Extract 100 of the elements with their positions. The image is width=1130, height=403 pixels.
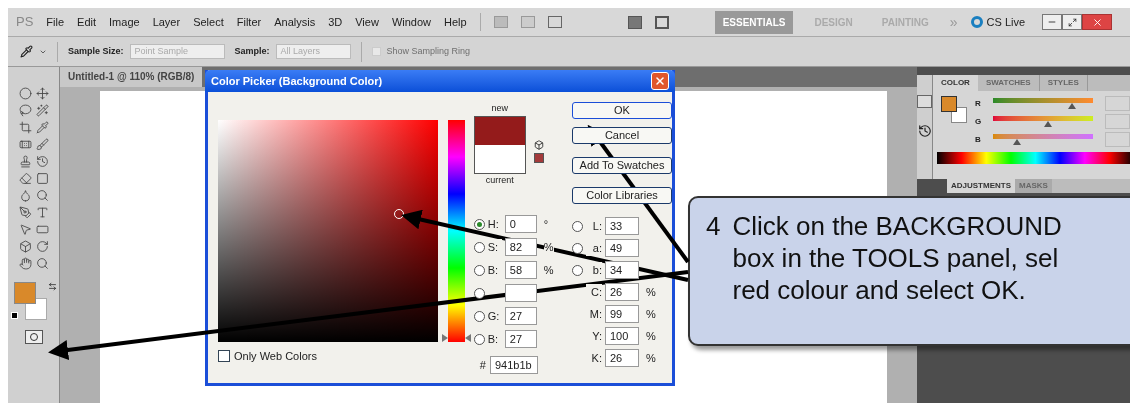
- radio-button[interactable]: [473, 264, 485, 276]
- input-field[interactable]: 941b1b: [489, 356, 538, 374]
- input-field[interactable]: [504, 284, 537, 302]
- menu-item[interactable]: Window: [391, 13, 431, 31]
- dialog-button[interactable]: OK: [572, 102, 672, 119]
- radio-button[interactable]: [473, 333, 485, 345]
- menu-item[interactable]: Edit: [77, 13, 97, 31]
- input-field[interactable]: 82: [504, 238, 537, 256]
- arrow-pointer-icon[interactable]: [18, 223, 32, 236]
- input-field[interactable]: 26: [605, 349, 639, 367]
- checkbox[interactable]: [218, 350, 230, 363]
- input-field[interactable]: 100: [605, 327, 639, 345]
- input-field[interactable]: 33: [605, 217, 639, 235]
- eraser-icon[interactable]: [18, 172, 32, 185]
- color-swatches-drawing[interactable]: [13, 282, 48, 320]
- input-field[interactable]: 26: [605, 283, 639, 301]
- ellipse-icon[interactable]: [18, 87, 32, 100]
- pen-icon[interactable]: [18, 206, 32, 219]
- input-field[interactable]: 49: [605, 239, 639, 257]
- quick-mask-button[interactable]: [24, 330, 43, 344]
- value-field[interactable]: [1105, 114, 1130, 129]
- radio-button[interactable]: [473, 310, 485, 322]
- close-icon: [1091, 16, 1103, 28]
- lasso-icon[interactable]: [18, 104, 32, 117]
- input-field[interactable]: 34: [605, 261, 639, 279]
- slider-thumb[interactable]: [1043, 120, 1052, 127]
- instruction-line: box in the TOOLS panel, sel: [732, 242, 1060, 274]
- slider-thumb[interactable]: [1068, 102, 1077, 109]
- cube-icon[interactable]: [533, 140, 544, 150]
- input-field[interactable]: 27: [504, 307, 537, 325]
- minimize-button[interactable]: [1042, 14, 1063, 30]
- menu-item[interactable]: Help: [444, 13, 467, 31]
- maximize-icon: [1067, 17, 1077, 27]
- close-button[interactable]: [1082, 14, 1113, 30]
- slider-label: B: [975, 133, 981, 146]
- dialog-button[interactable]: Cancel: [572, 127, 672, 144]
- screen-mode-icon[interactable]: [654, 15, 669, 29]
- radio-button[interactable]: [473, 218, 485, 230]
- history-icon[interactable]: [917, 124, 932, 138]
- input-field[interactable]: 0: [504, 215, 537, 233]
- cs-live-icon: [970, 16, 983, 28]
- radio-button[interactable]: [572, 242, 583, 254]
- type-icon[interactable]: [35, 206, 49, 219]
- arrange-icon[interactable]: [627, 15, 642, 29]
- zoom-icon[interactable]: [35, 257, 49, 270]
- menu-item[interactable]: Image: [109, 13, 140, 31]
- default-colors-icon[interactable]: [10, 312, 18, 319]
- preview-label: current: [485, 173, 514, 187]
- mini-bridge-icon[interactable]: [917, 95, 932, 108]
- menu-item[interactable]: Analysis: [274, 13, 316, 31]
- menu-item[interactable]: View: [355, 13, 379, 31]
- color-swatches-drawing[interactable]: [941, 96, 967, 124]
- input-field[interactable]: 99: [605, 305, 639, 323]
- dialog-button[interactable]: Add To Swatches: [572, 157, 672, 174]
- menu-item[interactable]: File: [46, 13, 65, 31]
- bandage-icon[interactable]: [18, 138, 32, 151]
- maximize-button[interactable]: [1062, 14, 1083, 30]
- radio-button[interactable]: [473, 287, 485, 299]
- menu-item[interactable]: Select: [193, 13, 224, 31]
- history-brush-icon[interactable]: [35, 155, 49, 168]
- drop-icon[interactable]: [18, 189, 32, 202]
- menu-item[interactable]: 3D: [328, 13, 343, 31]
- radio-button[interactable]: [572, 264, 583, 276]
- rotate-icon[interactable]: [35, 240, 49, 253]
- color-spectrum[interactable]: [937, 152, 1130, 164]
- slider-track[interactable]: [993, 115, 1094, 128]
- menu-item[interactable]: Filter: [236, 13, 262, 31]
- instruction-line: red colour and select OK.: [732, 274, 1027, 306]
- dialog-button[interactable]: Color Libraries: [572, 187, 672, 204]
- value-field[interactable]: [1104, 96, 1130, 111]
- eyedropper-icon[interactable]: [20, 45, 33, 58]
- slider-track[interactable]: [992, 97, 1093, 110]
- view-extras-icon[interactable]: [547, 16, 562, 28]
- menu-item[interactable]: Layer: [152, 13, 181, 31]
- cube-icon[interactable]: [18, 240, 32, 253]
- document-tab[interactable]: Untitled-1 @ 110% (RGB/8): [60, 67, 203, 87]
- crop-icon[interactable]: [18, 121, 32, 134]
- wand-icon[interactable]: [35, 104, 49, 117]
- input-field[interactable]: 58: [504, 261, 537, 279]
- checkbox-label: Show Sampling Ring: [386, 44, 471, 58]
- gradient-icon[interactable]: [35, 172, 49, 185]
- slider-thumb[interactable]: [1013, 138, 1021, 145]
- color-field[interactable]: [218, 120, 438, 342]
- out-of-gamut-swatch[interactable]: [533, 153, 544, 163]
- swap-colors-icon[interactable]: [47, 282, 57, 291]
- cs-live-button[interactable]: CS Live: [970, 13, 1026, 31]
- brush-icon[interactable]: [35, 138, 49, 151]
- slider-track[interactable]: [992, 133, 1093, 146]
- input-field[interactable]: 27: [504, 330, 537, 348]
- radio-button[interactable]: [473, 241, 485, 253]
- hand-icon[interactable]: [18, 257, 32, 270]
- magnifier-icon[interactable]: [35, 189, 49, 202]
- value-field[interactable]: [1104, 132, 1130, 147]
- move-icon[interactable]: [35, 87, 49, 100]
- new-color-swatch: [473, 115, 526, 145]
- rectangle-icon[interactable]: [35, 223, 49, 236]
- radio-button[interactable]: [572, 220, 583, 232]
- panel-tab[interactable]: ADJUSTMENTS: [947, 179, 1015, 193]
- stamp-icon[interactable]: [18, 155, 32, 168]
- panel-tab[interactable]: COLOR: [933, 75, 978, 91]
